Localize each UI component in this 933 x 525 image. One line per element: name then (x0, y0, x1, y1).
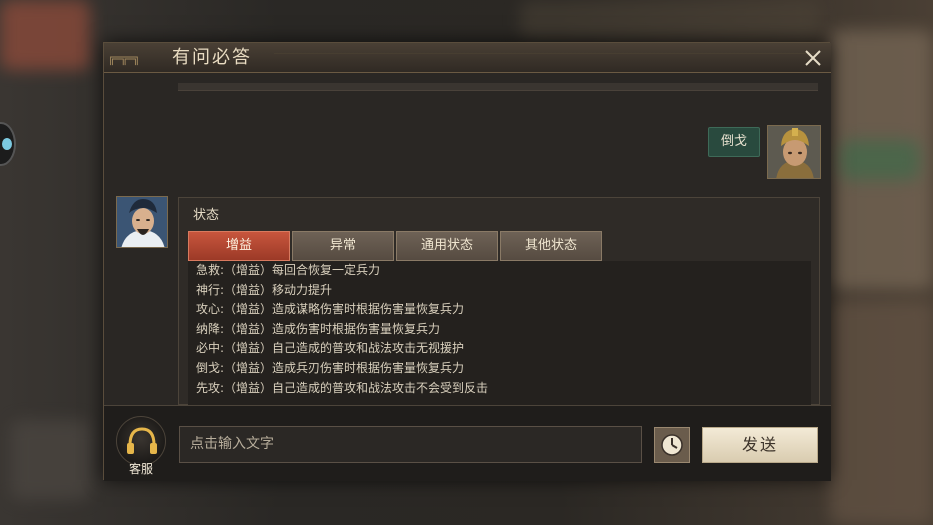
dialog-titlebar: ╔═╦═╗ 有问必答 (104, 43, 831, 73)
tab-buff[interactable]: 增益 (188, 231, 290, 261)
chat-area[interactable]: 倒戈 状态 增益 异常 通用状态 其他状态 急救:（增益）每回合恢复一定兵力 神… (104, 73, 831, 406)
list-item: 纳降:（增益）造成伤害时根据伤害量恢复兵力 (196, 321, 441, 336)
send-button[interactable]: 发送 (702, 427, 818, 463)
customer-service-label: 客服 (128, 462, 153, 476)
qa-dialog: ╔═╦═╗ 有问必答 倒戈 状态 增益 异常 通用状态 其他状态 急救:（增益）… (103, 42, 831, 481)
input-bar: 客服 点击输入文字 发送 (104, 405, 831, 481)
title-ornament-icon: ╔═╦═╗ (108, 51, 140, 65)
previous-message-edge (178, 83, 818, 91)
side-menu-icon[interactable] (0, 122, 16, 166)
list-item: 必中:（增益）自己造成的普攻和战法攻击无视援护 (196, 341, 465, 356)
history-button[interactable] (654, 427, 690, 463)
user-avatar (767, 125, 821, 179)
status-list[interactable]: 急救:（增益）每回合恢复一定兵力 神行:（增益）移动力提升 攻心:（增益）造成谋… (188, 261, 811, 406)
answer-title: 状态 (193, 208, 220, 223)
list-item: 急救:（增益）每回合恢复一定兵力 (196, 263, 381, 277)
tab-other-status[interactable]: 其他状态 (500, 231, 602, 261)
close-icon (805, 50, 821, 66)
list-item: 攻心:（增益）造成谋略伤害时根据伤害量恢复兵力 (196, 302, 465, 317)
title-pattern (274, 53, 814, 65)
advisor-avatar (116, 196, 168, 248)
answer-card: 状态 增益 异常 通用状态 其他状态 急救:（增益）每回合恢复一定兵力 神行:（… (178, 197, 820, 406)
message-input[interactable]: 点击输入文字 (179, 426, 642, 463)
list-item: 倒戈:（增益）造成兵刃伤害时根据伤害量恢复兵力 (196, 360, 465, 375)
customer-service-button[interactable]: 客服 (114, 416, 168, 476)
list-item: 神行:（增益）移动力提升 (196, 282, 333, 297)
tab-debuff[interactable]: 异常 (292, 231, 394, 261)
list-item: 先攻:（增益）自己造成的普攻和战法攻击不会受到反击 (196, 380, 489, 395)
dialog-title: 有问必答 (172, 47, 252, 68)
tab-general-status[interactable]: 通用状态 (396, 231, 498, 261)
close-button[interactable] (801, 46, 825, 70)
status-tabs: 增益 异常 通用状态 其他状态 (188, 231, 602, 261)
clock-icon (661, 434, 683, 456)
user-message-bubble: 倒戈 (708, 127, 760, 157)
